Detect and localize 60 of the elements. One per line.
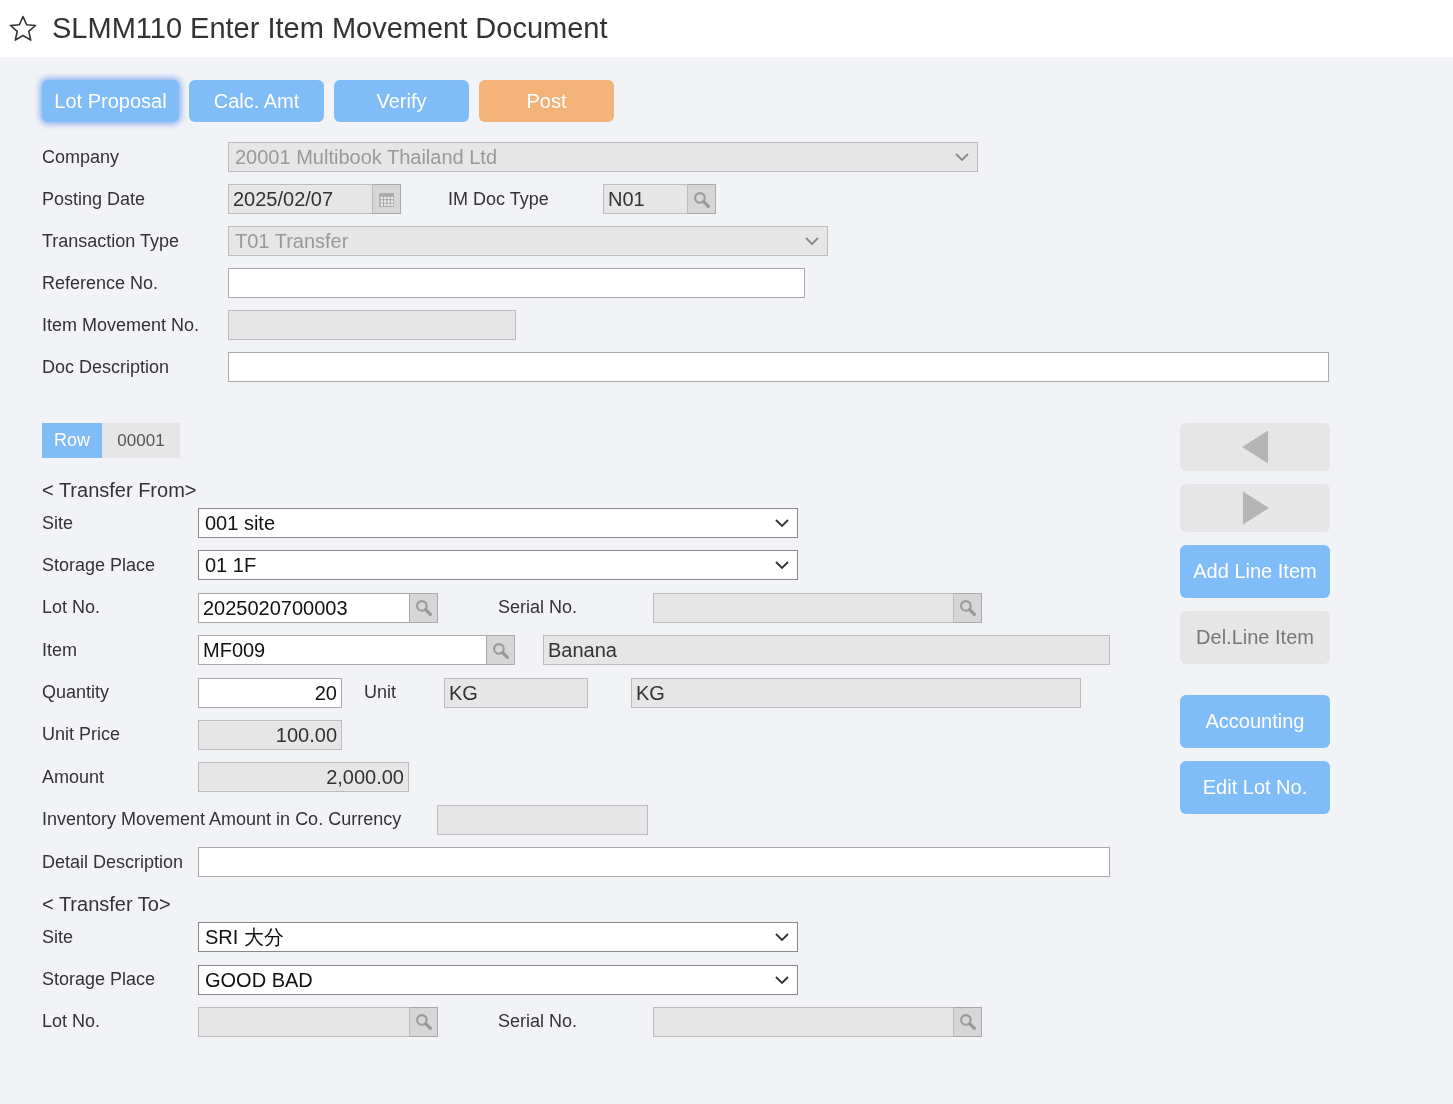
search-button[interactable] — [410, 1006, 438, 1037]
reference-no-field[interactable] — [228, 268, 805, 298]
section-heading: < Transfer To> — [42, 892, 172, 917]
field-label: Reference No. — [42, 272, 160, 294]
search-button[interactable] — [487, 635, 515, 666]
field-label: Company — [42, 146, 121, 168]
field-label: Unit Price — [42, 724, 122, 746]
page-title: SLMM110 Enter Item Movement Document — [52, 12, 608, 45]
search-icon — [492, 641, 509, 659]
field-label: Posting Date — [42, 188, 147, 210]
field-label: Item — [42, 639, 78, 661]
field-label: Transaction Type — [42, 230, 181, 252]
quantity-field[interactable]: 20 — [198, 677, 342, 708]
field-label: Amount — [42, 766, 106, 788]
calendar-icon — [378, 190, 395, 208]
row-label: Row — [42, 423, 102, 458]
field-label: Storage Place — [42, 969, 157, 990]
field-label: Unit — [364, 682, 397, 704]
site-dropdown[interactable]: 001 site — [198, 508, 798, 538]
field-label: Site — [42, 512, 75, 534]
field-label: Serial No. — [498, 597, 579, 619]
search-button[interactable] — [410, 592, 438, 623]
doc-description-field[interactable] — [228, 352, 1329, 382]
field-label: Item Movement No. — [42, 314, 201, 336]
search-icon — [415, 599, 432, 617]
field-label: Serial No. — [498, 1011, 579, 1033]
field-label: Detail Description — [42, 851, 185, 873]
item-field[interactable]: MF009 — [198, 635, 487, 666]
section-heading: < Transfer From> — [42, 478, 198, 502]
star-icon[interactable] — [8, 13, 38, 44]
search-icon — [959, 1013, 976, 1031]
triangle-right-icon — [1241, 491, 1269, 525]
field-label: Lot No. — [42, 597, 102, 619]
field-label: Storage Place — [42, 554, 157, 576]
triangle-left-icon — [1241, 430, 1269, 464]
search-button[interactable] — [688, 184, 716, 214]
chevron-down-icon — [775, 519, 789, 527]
field-label: Doc Description — [42, 356, 171, 378]
site-dropdown[interactable]: SRI 大分 — [198, 922, 798, 953]
field-label: IM Doc Type — [448, 188, 550, 210]
chevron-down-icon — [955, 153, 969, 161]
field-label: Inventory Movement Amount in Co. Currency — [42, 809, 403, 831]
chevron-down-icon — [775, 933, 789, 942]
detail-description-field[interactable] — [198, 847, 1110, 878]
chevron-down-icon — [775, 975, 789, 984]
row-number: 00001 — [102, 423, 180, 458]
chevron-down-icon — [805, 237, 819, 245]
calendar-button[interactable] — [373, 184, 401, 214]
search-icon — [959, 599, 976, 617]
field-label: Site — [42, 926, 75, 948]
storage-place-dropdown[interactable]: 01 1F — [198, 550, 798, 581]
search-icon — [693, 190, 710, 208]
chevron-down-icon — [775, 561, 789, 570]
search-button[interactable] — [954, 592, 982, 623]
search-button[interactable] — [954, 1006, 982, 1037]
storage-place-dropdown[interactable]: GOOD BAD — [198, 964, 798, 995]
search-icon — [415, 1013, 432, 1031]
lot-no-field[interactable]: 2025020700003 — [198, 592, 410, 623]
field-label: Lot No. — [42, 1011, 102, 1033]
field-label: Quantity — [42, 682, 111, 704]
